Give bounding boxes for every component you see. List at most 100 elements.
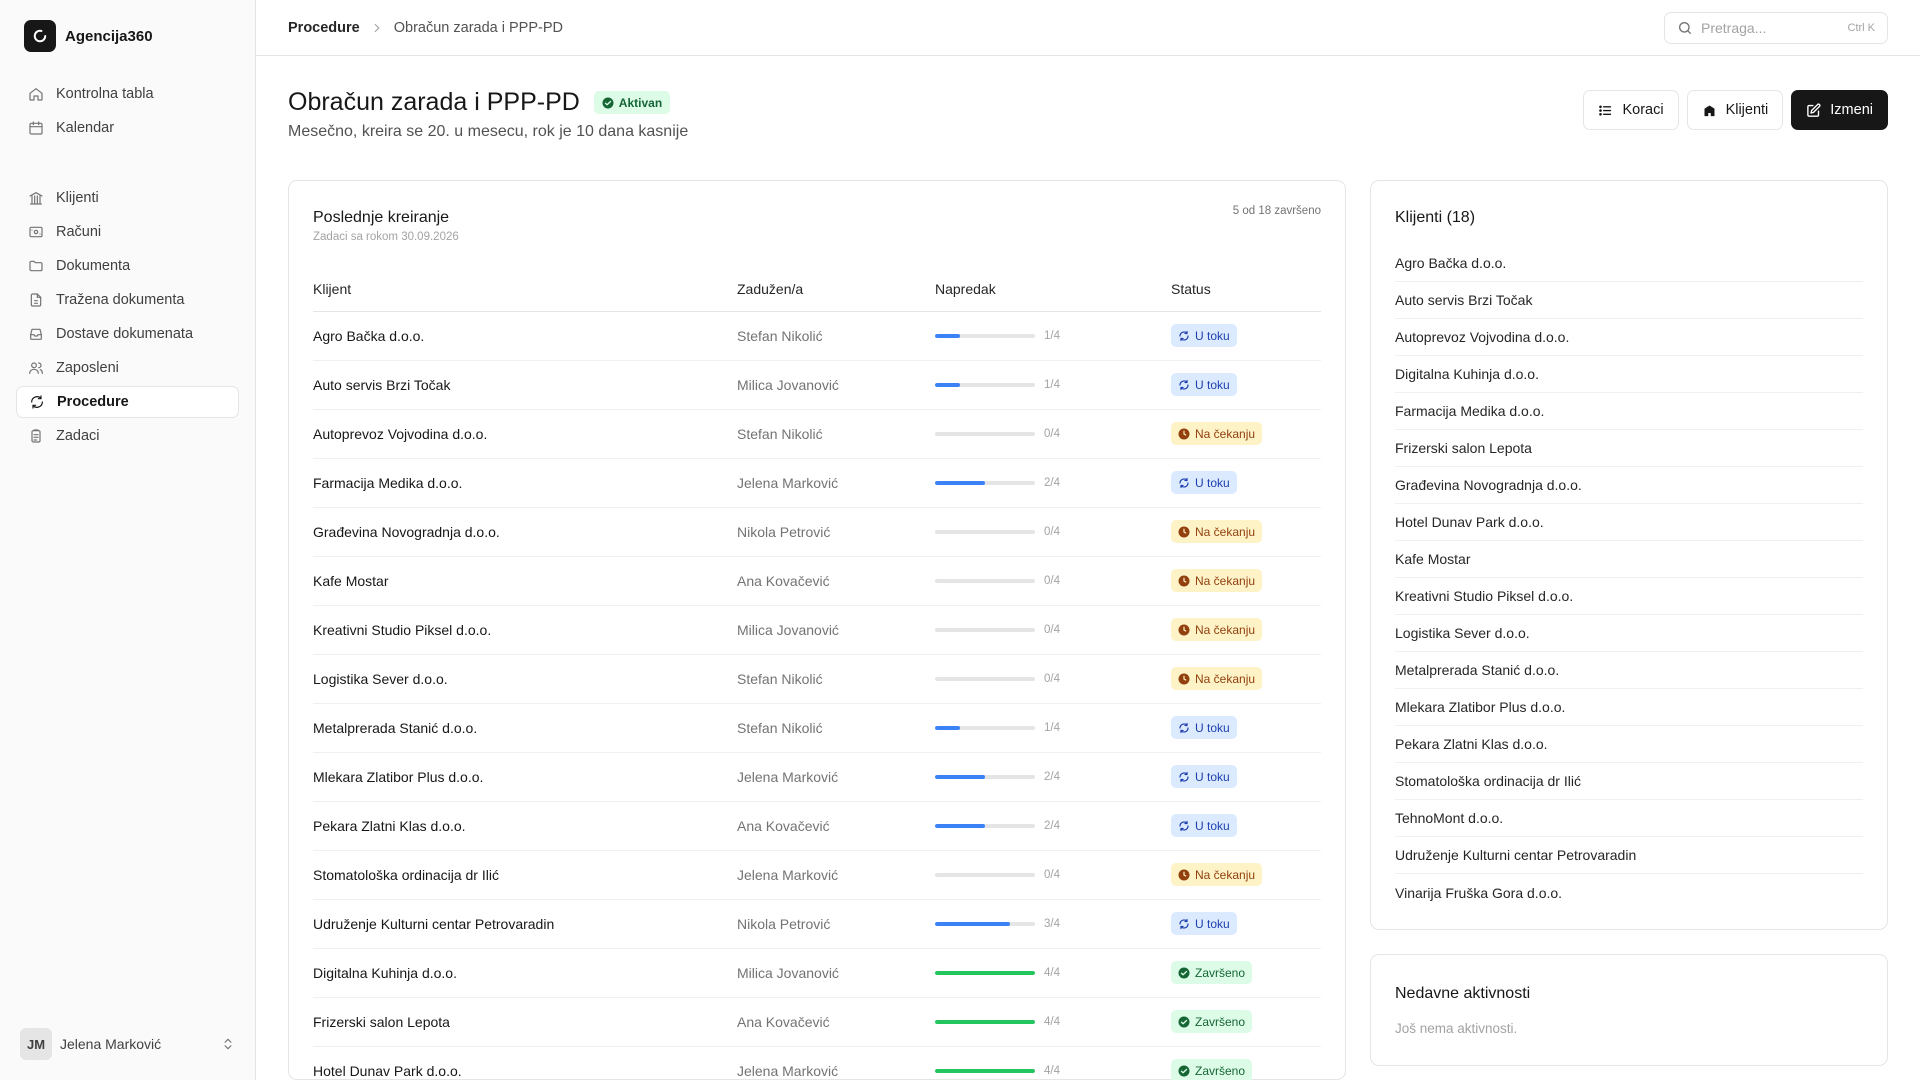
list-item[interactable]: Građevina Novogradnja d.o.o. (1395, 467, 1863, 504)
cell-assignee: Milica Jovanović (737, 360, 935, 410)
status-badge: U toku (1171, 324, 1237, 347)
sidebar-item-racuni[interactable]: Računi (16, 216, 239, 248)
list-item[interactable]: Hotel Dunav Park d.o.o. (1395, 504, 1863, 541)
table-row[interactable]: Pekara Zlatni Klas d.o.o. Ana Kovačević 2/… (313, 801, 1321, 851)
sidebar-item-zadaci[interactable]: Zadaci (16, 420, 239, 452)
table-row[interactable]: Auto servis Brzi Točak Milica Jovanović 1/… (313, 360, 1321, 410)
sidebar-item-label: Klijenti (56, 190, 99, 206)
sidebar-item-dokumenta[interactable]: Dokumenta (16, 250, 239, 282)
list-item[interactable]: Vinarija Fruška Gora d.o.o. (1395, 874, 1863, 911)
refresh-icon (1179, 820, 1189, 831)
list-item[interactable]: Logistika Sever d.o.o. (1395, 615, 1863, 652)
sidebar-item-klijenti[interactable]: Klijenti (16, 182, 239, 214)
brand[interactable]: Agencija360 (0, 0, 255, 72)
sidebar-item-dostave-dokumenata[interactable]: Dostave dokumenata (16, 318, 239, 350)
cell-assignee: Jelena Marković (737, 752, 935, 802)
list-item[interactable]: Kreativni Studio Piksel d.o.o. (1395, 578, 1863, 615)
clock-icon (1178, 526, 1190, 537)
progress-fill (935, 480, 985, 485)
cell-status: U toku (1171, 311, 1321, 361)
progress-bar (935, 774, 1035, 779)
nav-group-main: Kontrolna tabla Kalendar (16, 78, 239, 144)
cell-client: Frizerski salon Lepota (313, 997, 737, 1047)
cell-progress: 0/4 (935, 507, 1171, 557)
column-header-assignee[interactable]: Zadužen/a (737, 267, 935, 312)
table-row[interactable]: Agro Bačka d.o.o. Stefan Nikolić 1/4 U toku (313, 311, 1321, 361)
progress-fill (935, 970, 1035, 975)
status-badge: U toku (1171, 765, 1237, 788)
cell-client: Metalprerada Stanić d.o.o. (313, 703, 737, 753)
sidebar-item-zaposleni[interactable]: Zaposleni (16, 352, 239, 384)
table-row[interactable]: Autoprevoz Vojvodina d.o.o. Stefan Nikoli… (313, 409, 1321, 459)
sidebar-item-procedure[interactable]: Procedure (16, 386, 239, 418)
list-item[interactable]: Auto servis Brzi Točak (1395, 282, 1863, 319)
table-row[interactable]: Udruženje Kulturni centar Petrovaradin Ni… (313, 899, 1321, 949)
list-item[interactable]: Stomatološka ordinacija dr Ilić (1395, 763, 1863, 800)
cell-status: Završeno (1171, 1046, 1321, 1080)
status-label: Na čekanju (1195, 867, 1256, 882)
table-row[interactable]: Građevina Novogradnja d.o.o. Nikola Petro… (313, 507, 1321, 557)
column-header-client[interactable]: Klijent (313, 267, 737, 312)
sidebar-item-trazena-dokumenta[interactable]: Tražena dokumenta (16, 284, 239, 316)
progress-bar (935, 823, 1035, 828)
building-icon (29, 192, 43, 205)
breadcrumb-root[interactable]: Procedure (288, 20, 360, 36)
cell-assignee: Stefan Nikolić (737, 311, 935, 361)
table-row[interactable]: Logistika Sever d.o.o. Stefan Nikolić 0/4 N… (313, 654, 1321, 704)
cell-status: U toku (1171, 458, 1321, 508)
cell-assignee: Nikola Petrović (737, 507, 935, 557)
progress-fill (935, 1019, 1035, 1024)
steps-button[interactable]: Koraci (1583, 90, 1679, 130)
list-item[interactable]: TehnoMont d.o.o. (1395, 800, 1863, 837)
status-label: Na čekanju (1195, 524, 1256, 539)
activity-title: Nedavne aktivnosti (1395, 985, 1531, 1002)
sidebar-item-kalendar[interactable]: Kalendar (16, 112, 239, 144)
clock-icon (1178, 869, 1190, 880)
search-input[interactable]: Pretraga... Ctrl K (1664, 11, 1888, 44)
sidebar-item-label: Zadaci (56, 428, 100, 444)
clipboard-icon (31, 429, 41, 443)
status-label: U toku (1195, 377, 1230, 392)
cell-assignee: Milica Jovanović (737, 605, 935, 655)
status-badge: Na čekanju (1171, 618, 1263, 641)
column-header-progress[interactable]: Napredak (935, 267, 1171, 312)
table-row[interactable]: Metalprerada Stanić d.o.o. Stefan Nikolić… (313, 703, 1321, 753)
status-badge: Na čekanju (1171, 569, 1263, 592)
clients-button[interactable]: Klijenti (1686, 90, 1784, 130)
column-header-status[interactable]: Status (1171, 267, 1321, 312)
table-row[interactable]: Farmacija Medika d.o.o. Jelena Marković 2/… (313, 458, 1321, 508)
cell-progress: 2/4 (935, 801, 1171, 851)
user-menu[interactable]: JM Jelena Marković (16, 1024, 239, 1064)
progress-count: 2/4 (1044, 770, 1060, 783)
edit-button[interactable]: Izmeni (1791, 90, 1888, 130)
table-row[interactable]: Kreativni Studio Piksel d.o.o. Milica Jov… (313, 605, 1321, 655)
status-badge: Aktivan (593, 91, 671, 114)
clients-button-label: Klijenti (1725, 102, 1769, 118)
list-item[interactable]: Udruženje Kulturni centar Petrovaradin (1395, 837, 1863, 874)
search-icon (1679, 21, 1691, 34)
table-row[interactable]: Digitalna Kuhinja d.o.o. Milica Jovanović… (313, 948, 1321, 998)
table-row[interactable]: Mlekara Zlatibor Plus d.o.o. Jelena Marko… (313, 752, 1321, 802)
cell-progress: 3/4 (935, 899, 1171, 949)
list-item[interactable]: Agro Bačka d.o.o. (1395, 245, 1863, 282)
list-item[interactable]: Autoprevoz Vojvodina d.o.o. (1395, 319, 1863, 356)
list-item[interactable]: Metalprerada Stanić d.o.o. (1395, 652, 1863, 689)
table-row[interactable]: Hotel Dunav Park d.o.o. Jelena Marković 4/… (313, 1046, 1321, 1080)
sidebar-item-kontrolna-tabla[interactable]: Kontrolna tabla (16, 78, 239, 110)
cell-progress: 2/4 (935, 458, 1171, 508)
list-item[interactable]: Farmacija Medika d.o.o. (1395, 393, 1863, 430)
progress-count: 1/4 (1044, 721, 1060, 734)
list-item[interactable]: Kafe Mostar (1395, 541, 1863, 578)
cell-client: Pekara Zlatni Klas d.o.o. (313, 801, 737, 851)
sidebar: Agencija360 Kontrolna tabla Kalendar Klij… (0, 0, 256, 1080)
table-row[interactable]: Frizerski salon Lepota Ana Kovačević 4/4 Za… (313, 997, 1321, 1047)
list-item[interactable]: Digitalna Kuhinja d.o.o. (1395, 356, 1863, 393)
check-circle-icon (602, 97, 614, 108)
table-row[interactable]: Kafe Mostar Ana Kovačević 0/4 Na čekanju (313, 556, 1321, 606)
table-row[interactable]: Stomatološka ordinacija dr Ilić Jelena Ma… (313, 850, 1321, 900)
list-item[interactable]: Pekara Zlatni Klas d.o.o. (1395, 726, 1863, 763)
list-item[interactable]: Frizerski salon Lepota (1395, 430, 1863, 467)
status-label: Na čekanju (1195, 426, 1256, 441)
list-item[interactable]: Mlekara Zlatibor Plus d.o.o. (1395, 689, 1863, 726)
progress-bar (935, 725, 1035, 730)
